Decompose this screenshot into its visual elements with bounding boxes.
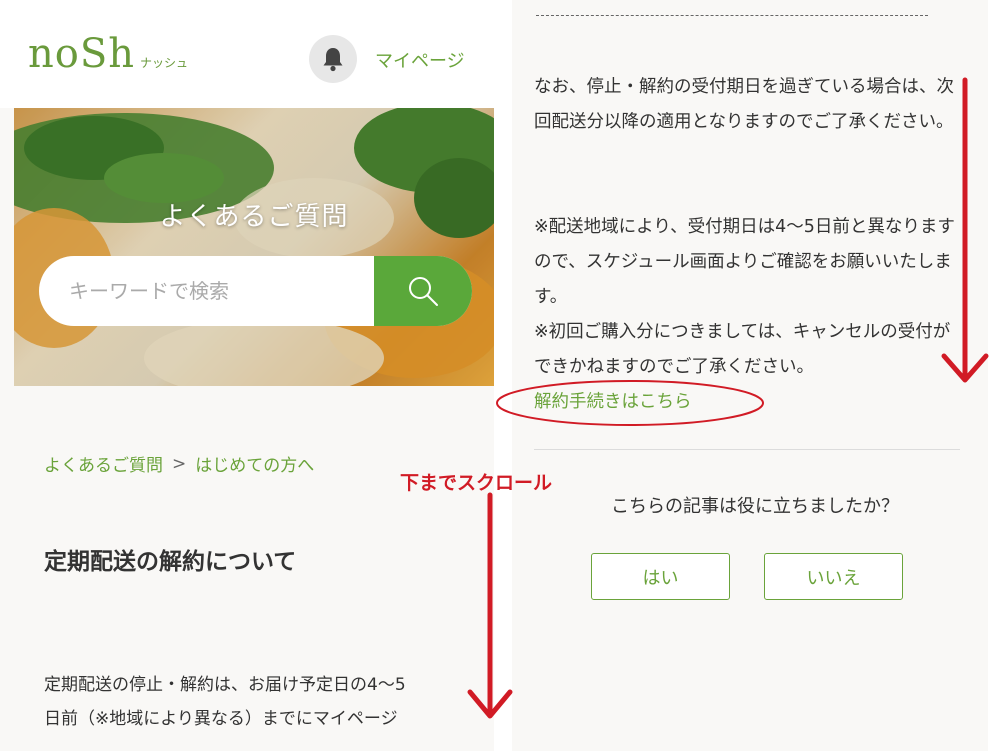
- site-logo[interactable]: noSh ナッシュ: [28, 34, 188, 74]
- breadcrumb: よくあるご質問 > はじめての方へ: [44, 451, 314, 477]
- mypage-link[interactable]: マイページ: [375, 47, 465, 73]
- hero-food-image: [14, 108, 494, 386]
- cancel-procedure-link[interactable]: 解約手続きはこちら: [534, 385, 692, 420]
- article-title: 定期配送の解約について: [44, 549, 297, 575]
- note-deadline-passed: なお、停止・解約の受付期日を過ぎている場合は、次回配送分以降の適用となりますので…: [534, 77, 954, 132]
- note-first-purchase: ※初回ご購入分につきましては、キャンセルの受付ができかねますのでご了承ください。: [534, 322, 951, 377]
- breadcrumb-separator: >: [172, 453, 187, 474]
- article-intro-line1: 定期配送の停止・解約は、お届け予定日の4〜5: [44, 675, 406, 695]
- left-screen: noSh ナッシュ マイページ よくあるご質問 キーワードで検索 よくあるご質問…: [0, 0, 494, 751]
- search-box: [39, 256, 472, 326]
- site-header: noSh ナッシュ マイページ: [0, 0, 494, 108]
- notification-button[interactable]: [309, 35, 357, 83]
- search-input[interactable]: [39, 256, 374, 326]
- dashed-divider: [536, 15, 928, 16]
- bell-icon: [323, 48, 343, 72]
- hero-banner: よくあるご質問: [14, 108, 494, 386]
- feedback-no-button[interactable]: いいえ: [764, 553, 903, 600]
- article-intro-line2: 日前（※地域により異なる）までにマイページ: [44, 709, 398, 729]
- logo-wordmark: noSh: [28, 31, 136, 77]
- search-button[interactable]: [374, 256, 472, 326]
- right-screen: なお、停止・解約の受付期日を過ぎている場合は、次回配送分以降の適用となりますので…: [512, 0, 988, 751]
- feedback-yes-button[interactable]: はい: [591, 553, 730, 600]
- logo-katakana: ナッシュ: [140, 56, 189, 70]
- article-intro: 定期配送の停止・解約は、お届け予定日の4〜5 日前（※地域により異なる）までにマ…: [44, 668, 484, 736]
- hero-title: よくあるご質問: [159, 202, 349, 232]
- search-icon: [409, 277, 438, 306]
- section-divider: [534, 449, 960, 450]
- note-delivery-region: ※配送地域により、受付期日は4〜5日前と異なりますので、スケジュール画面よりご確…: [534, 217, 955, 307]
- feedback-question: こちらの記事は役に立ちましたか？: [611, 496, 899, 517]
- breadcrumb-faq-link[interactable]: よくあるご質問: [44, 451, 163, 476]
- breadcrumb-beginner-link[interactable]: はじめての方へ: [195, 451, 314, 476]
